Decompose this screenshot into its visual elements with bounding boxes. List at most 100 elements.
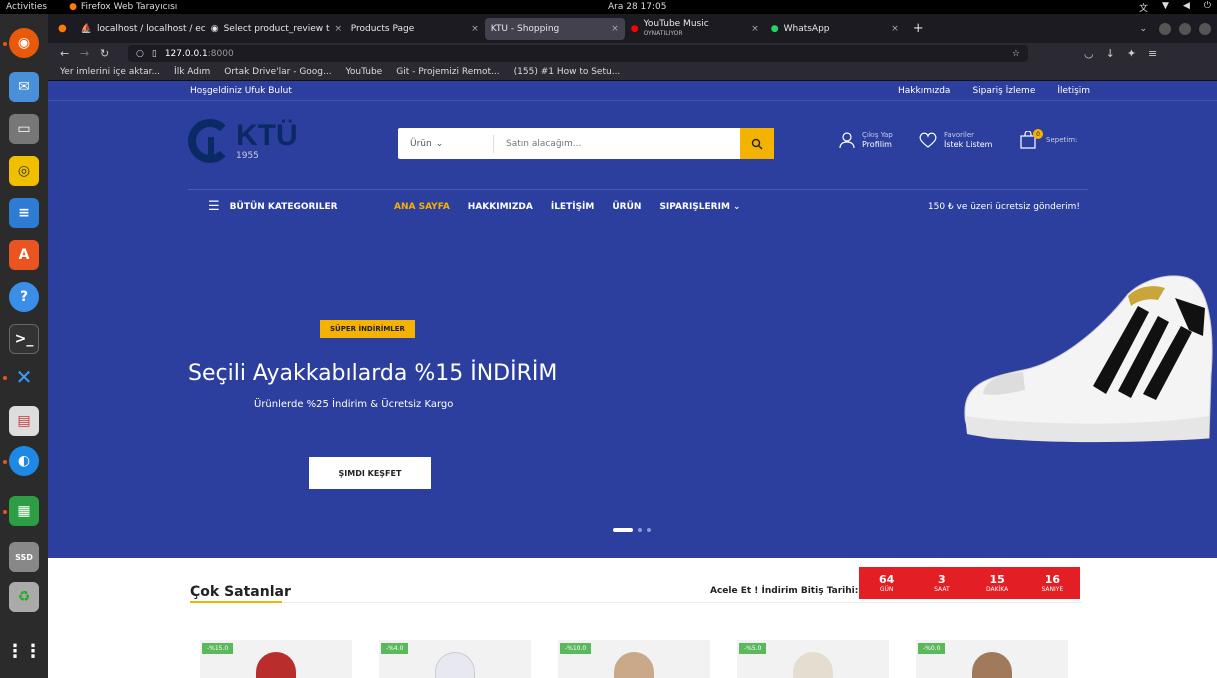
rhythmbox-icon[interactable]: ◎: [9, 156, 39, 186]
document-viewer-icon[interactable]: ▤: [9, 406, 39, 436]
url-bar[interactable]: ○ ▯ 127.0.0.1:8000 ☆: [128, 45, 1028, 62]
slider-dot[interactable]: [638, 528, 642, 532]
minimize-button[interactable]: [1159, 22, 1171, 35]
new-tab-button[interactable]: +: [913, 21, 924, 36]
favorites-small-label: Favoriler: [944, 131, 975, 139]
help-icon[interactable]: ?: [9, 282, 39, 312]
slider-dot[interactable]: [647, 528, 651, 532]
all-categories-label: BÜTÜN KATEGORILER: [229, 201, 338, 212]
clock[interactable]: Ara 28 17:05: [608, 2, 666, 12]
menu-icon[interactable]: ≡: [1148, 47, 1157, 60]
search-category-select[interactable]: Ürün ⌄: [398, 134, 494, 153]
url-host: 127.0.0.1: [164, 48, 208, 59]
product-card[interactable]: -%10.0: [558, 640, 710, 678]
product-list: -%15.0 -%4.0 -%10.0 -%5.0 -%0.0: [200, 640, 1068, 678]
nav-contact[interactable]: İLETİŞİM: [551, 202, 595, 212]
firefox-view-icon[interactable]: ●: [58, 23, 67, 34]
slider-dot[interactable]: [613, 528, 633, 532]
vscode-icon[interactable]: ✕: [9, 362, 39, 392]
tab-products-page[interactable]: Products Page ×: [345, 18, 485, 40]
wishlist-label: İstek Listem: [944, 140, 993, 149]
trash-icon[interactable]: ♻: [9, 582, 39, 612]
close-icon[interactable]: ×: [335, 24, 343, 34]
system-tray[interactable]: 文 ▼ ◀ ⏻: [1139, 1, 1211, 14]
product-card[interactable]: -%15.0: [200, 640, 352, 678]
tab-phpmyadmin[interactable]: ⛵ localhost / localhost / ec ×: [75, 18, 205, 40]
thunderbird-icon[interactable]: ✉: [9, 72, 39, 102]
close-icon[interactable]: ×: [751, 24, 759, 34]
site-header: Hoşgeldiniz Ufuk Bulut Hakkımızda Sipari…: [48, 81, 1217, 558]
software-center-icon[interactable]: A: [9, 240, 39, 270]
close-icon[interactable]: ×: [471, 24, 479, 34]
product-card[interactable]: -%4.0: [379, 640, 531, 678]
cart-label: Sepetim:: [1046, 136, 1078, 144]
nav-home[interactable]: ANA SAYFA: [394, 202, 450, 212]
bookmark-import[interactable]: Yer imlerini içe aktar...: [60, 67, 160, 77]
ssd-drive-icon[interactable]: SSD: [9, 542, 39, 572]
product-card[interactable]: -%0.0: [916, 640, 1068, 678]
firefox-dock-icon[interactable]: ◉: [9, 28, 39, 58]
countdown-minutes: 15 DAKİKA: [970, 567, 1025, 599]
list-tabs-icon[interactable]: ⌄: [1139, 24, 1147, 34]
close-window-button[interactable]: [1199, 22, 1211, 35]
hamburger-icon: ☰: [208, 199, 220, 214]
edge-icon[interactable]: ◐: [9, 446, 39, 476]
nav-orders[interactable]: SIPARIŞLERIM ⌄: [659, 202, 740, 212]
bookmark-youtube[interactable]: YouTube: [346, 67, 383, 77]
bookmark-drive[interactable]: Ortak Drive'lar - Goog...: [224, 67, 331, 77]
close-icon[interactable]: ×: [611, 24, 619, 34]
extensions-icon[interactable]: ✦: [1127, 47, 1136, 60]
bookmark-git[interactable]: Git - Projemizi Remot...: [396, 67, 499, 77]
bestsellers-title: Çok Satanlar: [190, 584, 291, 600]
product-card[interactable]: -%5.0: [737, 640, 889, 678]
bookmark-star-icon[interactable]: ☆: [1012, 49, 1020, 59]
cart-link[interactable]: 0 Sepetim:: [1020, 129, 1078, 149]
page-icon: ◉: [210, 23, 219, 34]
back-icon[interactable]: ←: [60, 47, 69, 60]
pocket-icon[interactable]: ◡: [1084, 47, 1094, 60]
search-input[interactable]: [494, 138, 739, 149]
forward-icon[interactable]: →: [80, 47, 89, 60]
nav-about[interactable]: HAKKIMIZDA: [468, 202, 533, 212]
calc-icon[interactable]: ▦: [9, 496, 39, 526]
bookmark-ilk-adim[interactable]: İlk Adım: [174, 67, 210, 77]
tab-youtube-music[interactable]: ● YouTube Music OYNATILIYOR ×: [625, 18, 765, 40]
bookmark-howto[interactable]: (155) #1 How to Setu...: [514, 67, 621, 77]
active-app[interactable]: ● Firefox Web Tarayıcısı: [69, 2, 177, 12]
tab-ktu-shopping[interactable]: KTU - Shopping ×: [484, 17, 625, 40]
close-icon[interactable]: ×: [891, 24, 899, 34]
activities-button[interactable]: Activities: [6, 2, 47, 12]
product-image: [793, 652, 833, 678]
nav-product[interactable]: ÜRÜN: [612, 202, 641, 212]
discover-now-button[interactable]: ŞIMDI KEŞFET: [309, 457, 431, 489]
tab-select-product-review[interactable]: ◉ Select product_review t ×: [205, 18, 345, 40]
site-logo[interactable]: KTÜ 1955: [188, 119, 298, 163]
tab-whatsapp[interactable]: ● WhatsApp ×: [765, 18, 905, 40]
terminal-icon[interactable]: >_: [9, 324, 39, 354]
running-indicator: [3, 460, 7, 464]
search-button[interactable]: [740, 128, 774, 159]
running-indicator: [3, 376, 7, 380]
account-link[interactable]: Çıkış Yap Profilim: [838, 131, 893, 149]
logout-link[interactable]: Çıkış Yap: [862, 131, 893, 140]
dock: ◉ ✉ ▭ ◎ ≡ A ? >_ ✕ ▤ ◐ ▦ SSD ♻ ⋮⋮: [0, 14, 48, 678]
link-order-tracking[interactable]: Sipariş İzleme: [972, 86, 1035, 96]
link-about[interactable]: Hakkımızda: [898, 86, 950, 96]
tab-playing-status: OYNATILIYOR: [643, 29, 683, 37]
wishlist-link[interactable]: Favoriler İstek Listem: [918, 131, 992, 149]
countdown-value: 15: [989, 573, 1005, 586]
all-categories-button[interactable]: ☰ BÜTÜN KATEGORILER: [208, 199, 338, 214]
browser-window: ● ⛵ localhost / localhost / ec × ◉ Selec…: [48, 14, 1217, 678]
countdown-timer: 64 GÜN 3 SAAT 15 DAKİKA 16 SANIYE: [859, 567, 1080, 599]
countdown-seconds: 16 SANIYE: [1025, 567, 1080, 599]
downloads-icon[interactable]: ↓: [1106, 47, 1115, 60]
files-icon[interactable]: ▭: [9, 114, 39, 144]
app-grid-icon[interactable]: ⋮⋮: [6, 636, 42, 666]
os-top-bar: Activities ● Firefox Web Tarayıcısı Ara …: [0, 0, 1217, 14]
maximize-button[interactable]: [1179, 22, 1191, 35]
discount-badge: -%0.0: [918, 643, 946, 654]
reload-icon[interactable]: ↻: [100, 47, 109, 60]
link-contact[interactable]: İletişim: [1057, 86, 1090, 96]
logo-year: 1955: [236, 151, 259, 161]
writer-icon[interactable]: ≡: [9, 198, 39, 228]
